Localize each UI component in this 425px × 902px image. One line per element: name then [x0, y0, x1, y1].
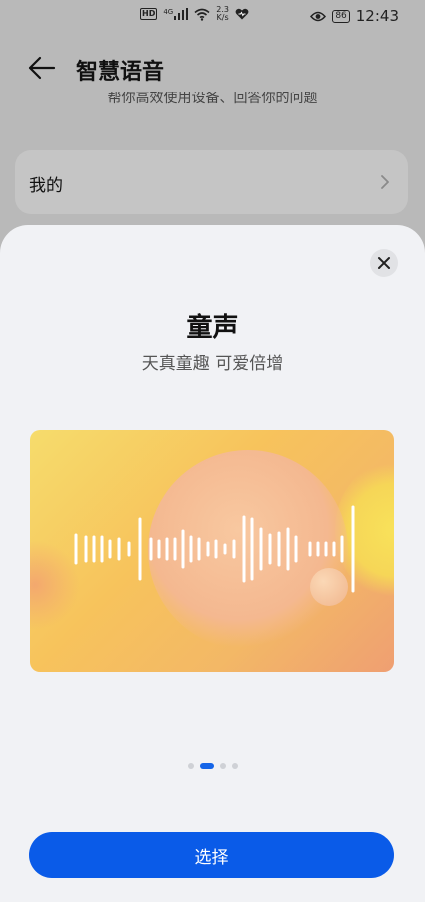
- mine-label: 我的: [29, 176, 63, 196]
- signal-icon: 4G: [163, 8, 189, 20]
- net-speed-unit: K/s: [216, 13, 229, 22]
- page-title: 智慧语音: [76, 60, 165, 85]
- close-icon: [378, 257, 390, 269]
- voice-sheet: 童声 天真童趣 可爱倍增 选择: [0, 225, 425, 902]
- battery-icon: 86: [332, 9, 350, 23]
- eye-icon: [310, 11, 327, 21]
- voice-description: 天真童趣 可爱倍增: [141, 354, 284, 374]
- voice-preview-card[interactable]: [30, 430, 394, 672]
- page-dot: [219, 763, 226, 769]
- page-dot: [199, 763, 214, 769]
- screen: HD 4G 2.3 K/s 86 12:43 智慧语音 帮你高效使用设备、回答你…: [0, 0, 425, 902]
- chevron-right-icon: [381, 175, 389, 189]
- status-bar: HD 4G 2.3 K/s 86 12:43: [0, 0, 425, 34]
- status-right: 86 12:43: [310, 7, 399, 25]
- page-dot: [231, 763, 238, 769]
- close-button[interactable]: [370, 249, 398, 277]
- hd-icon: HD: [140, 8, 158, 20]
- waveform-icon: [74, 505, 355, 593]
- page-dot: [187, 763, 194, 769]
- mine-row[interactable]: 我的: [15, 150, 408, 214]
- arrow-left-icon[interactable]: [28, 56, 56, 80]
- wifi-icon: [194, 8, 210, 21]
- header: 智慧语音: [0, 44, 425, 94]
- clock: 12:43: [355, 7, 399, 25]
- status-left: HD 4G 2.3 K/s: [140, 6, 249, 22]
- page-indicator: [0, 763, 425, 769]
- heart-icon: [235, 8, 249, 20]
- net-speed: 2.3 K/s: [216, 6, 229, 22]
- signal-bars-icon: [174, 8, 189, 20]
- voice-title: 童声: [186, 313, 239, 343]
- select-button[interactable]: 选择: [29, 832, 394, 878]
- page-subtitle: 帮你高效使用设备、回答你的问题: [107, 92, 318, 104]
- signal-type: 4G: [163, 8, 174, 16]
